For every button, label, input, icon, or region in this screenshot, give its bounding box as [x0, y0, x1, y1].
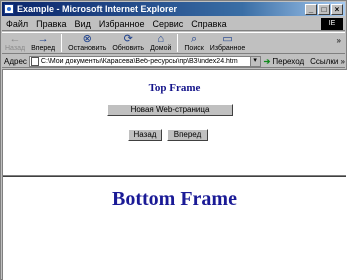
address-value[interactable]: C:\Мои документы\Карасева\Веб-ресурсы\пр…: [41, 58, 250, 65]
window-title: Example - Microsoft Internet Explorer: [17, 4, 178, 14]
throbber-logo: IE: [321, 18, 343, 30]
top-frame: Top Frame Новая Web-страница Назад Впере…: [3, 70, 346, 176]
toolbar-back-button[interactable]: ← Назад: [5, 34, 25, 53]
toolbar-back-label: Назад: [5, 45, 26, 52]
menu-file[interactable]: Файл: [2, 19, 32, 29]
toolbar-home-button[interactable]: ⌂ Домой: [150, 34, 171, 53]
back-button[interactable]: Назад: [128, 129, 162, 141]
toolbar-home-label: Домой: [150, 45, 172, 52]
address-bar: Адрес C:\Мои документы\Карасева\Веб-ресу…: [2, 55, 345, 68]
menu-favorites[interactable]: Избранное: [95, 19, 149, 29]
home-icon: ⌂: [157, 33, 165, 45]
forward-arrow-icon: →: [37, 33, 49, 45]
menu-edit[interactable]: Правка: [32, 19, 70, 29]
standard-toolbar: ← Назад → Вперед ⊗ Остановить ⟳ Обновить…: [2, 32, 345, 54]
top-frame-title: Top Frame: [148, 82, 201, 94]
new-web-page-button[interactable]: Новая Web-страница: [107, 104, 233, 116]
bottom-frame-title: Bottom Frame: [112, 188, 237, 210]
back-arrow-icon: ←: [9, 33, 21, 45]
frame-divider[interactable]: [3, 175, 346, 177]
toolbar-search-label: Поиск: [184, 45, 204, 52]
links-button[interactable]: Ссылки »: [310, 57, 345, 66]
page-content: Top Frame Новая Web-страница Назад Впере…: [2, 69, 347, 280]
toolbar-refresh-label: Обновить: [112, 45, 145, 52]
browser-window: Example - Microsoft Internet Explorer _ …: [0, 0, 347, 280]
address-input[interactable]: C:\Мои документы\Карасева\Веб-ресурсы\пр…: [28, 55, 261, 67]
go-button-label: Переход: [272, 56, 305, 66]
refresh-icon: ⟳: [123, 33, 133, 45]
toolbar-stop-button[interactable]: ⊗ Остановить: [68, 34, 106, 53]
menu-bar: Файл Правка Вид Избранное Сервис Справка…: [2, 17, 345, 31]
go-button[interactable]: ➔ Переход: [264, 57, 304, 66]
toolbar-forward-button[interactable]: → Вперед: [31, 34, 55, 53]
menu-tools[interactable]: Сервис: [148, 19, 187, 29]
address-label: Адрес: [4, 56, 27, 66]
toolbar-stop-label: Остановить: [68, 45, 107, 52]
toolbar-search-button[interactable]: ⌕ Поиск: [184, 34, 203, 53]
minimize-button[interactable]: _: [305, 3, 317, 15]
toolbar-forward-label: Вперед: [31, 45, 56, 52]
close-button[interactable]: ×: [331, 3, 343, 15]
menu-help[interactable]: Справка: [187, 19, 230, 29]
toolbar-favorites-button[interactable]: ▭ Избранное: [210, 34, 245, 53]
favorites-icon: ▭: [222, 33, 233, 45]
ie-app-icon: [4, 4, 14, 14]
toolbar-separator: [177, 34, 179, 52]
document-icon: [30, 56, 39, 66]
toolbar-separator: [61, 34, 63, 52]
menu-view[interactable]: Вид: [71, 19, 95, 29]
toolbar-more-chevron-icon[interactable]: »: [337, 36, 341, 45]
address-dropdown-icon[interactable]: ▾: [249, 56, 260, 66]
search-icon: ⌕: [191, 33, 198, 45]
go-arrow-icon: ➔: [263, 56, 271, 66]
title-bar: Example - Microsoft Internet Explorer _ …: [2, 2, 345, 16]
stop-icon: ⊗: [82, 33, 92, 45]
forward-button[interactable]: Вперед: [167, 129, 208, 141]
toolbar-refresh-button[interactable]: ⟳ Обновить: [112, 34, 144, 53]
toolbar-favorites-label: Избранное: [209, 45, 246, 52]
maximize-button[interactable]: □: [318, 3, 330, 15]
